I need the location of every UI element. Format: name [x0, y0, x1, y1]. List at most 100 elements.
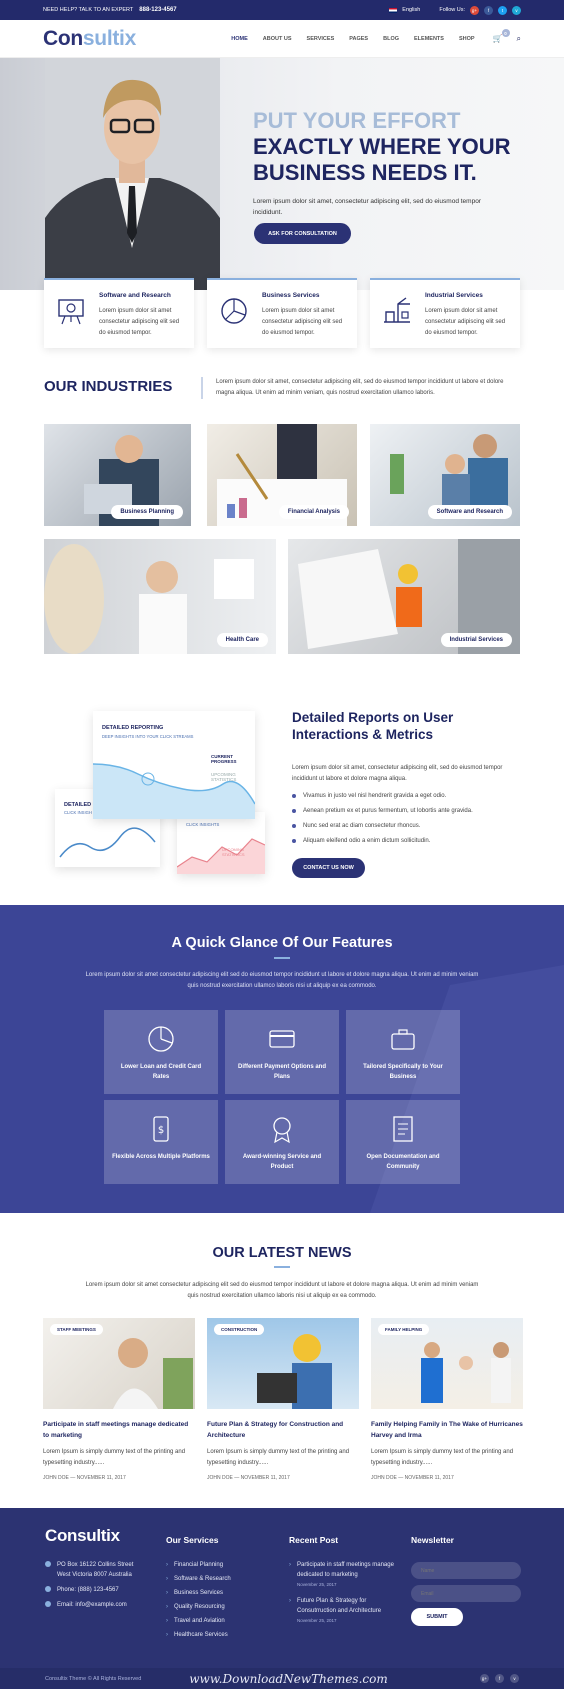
newsletter-name-input[interactable]	[411, 1562, 521, 1579]
footer-service-link[interactable]: Software & Research	[166, 1572, 231, 1586]
feature-card-industrial[interactable]: Industrial Services Lorem ipsum dolor si…	[370, 278, 520, 348]
google-plus-icon[interactable]: g+	[480, 1674, 489, 1683]
tile-label: Industrial Services	[440, 633, 512, 647]
mobile-dollar-icon: $	[153, 1116, 169, 1142]
feature-box[interactable]: Different Payment Options and Plans	[225, 1010, 339, 1094]
feature-title: Software and Research	[99, 292, 171, 299]
contact-us-button[interactable]: CONTACT US NOW	[292, 858, 365, 878]
post-image[interactable]: STAFF MEETINGS	[43, 1318, 195, 1409]
document-icon	[393, 1116, 413, 1142]
news-post[interactable]: CONSTRUCTION Future Plan & Strategy for …	[207, 1318, 359, 1481]
industries-text: Lorem ipsum dolor sit amet, consectetur …	[201, 377, 521, 399]
feature-box[interactable]: Lower Loan and Credit Card Rates	[104, 1010, 218, 1094]
feature-box[interactable]: Tailored Specifically to Your Business	[346, 1010, 460, 1094]
news-post[interactable]: STAFF MEETINGS Participate in staff meet…	[43, 1318, 195, 1481]
footer-service-link[interactable]: Healthcare Services	[166, 1628, 231, 1642]
svg-text:$: $	[158, 1125, 164, 1136]
nav-item-pages[interactable]: PAGES	[349, 36, 368, 42]
feature-text: Lorem ipsum dolor sit amet consectetur a…	[99, 308, 180, 336]
checklist-item: Nunc sed erat ac diam consectetur rhoncu…	[292, 819, 473, 834]
newsletter-submit-button[interactable]: SUBMIT	[411, 1608, 463, 1626]
glance-text: Lorem ipsum dolor sit amet consectetur a…	[85, 972, 479, 989]
nav-item-services[interactable]: SERVICES	[307, 36, 335, 42]
copyright-text: Consultix Theme © All Rights Reserved	[45, 1675, 142, 1682]
footer-service-link[interactable]: Financial Planning	[166, 1558, 231, 1572]
twitter-icon[interactable]: t	[498, 5, 507, 15]
crane-factory-icon	[384, 297, 410, 323]
help-text: NEED HELP? TALK TO AN EXPERT	[43, 7, 134, 13]
footer-service-link[interactable]: Quality Resourcing	[166, 1600, 231, 1614]
phone-icon	[45, 1586, 51, 1592]
nav-item-about[interactable]: ABOUT US	[263, 36, 292, 42]
post-title[interactable]: Future Plan & Strategy for Construction …	[207, 1419, 359, 1441]
post-excerpt: Lorem Ipsum is simply dummy text of the …	[43, 1449, 186, 1466]
industry-tile-software-research[interactable]: Software and Research	[370, 424, 520, 526]
legend-upcoming: UPCOMING STATISTICS	[211, 772, 237, 782]
nav-item-home[interactable]: HOME	[231, 36, 248, 42]
phone-number[interactable]: 888-123-4567	[139, 7, 176, 13]
watermark-text: www.DownloadNewThemes.com	[189, 1671, 388, 1686]
presentation-board-icon	[58, 299, 84, 325]
footer-services-title: Our Services	[166, 1535, 219, 1545]
nav-item-shop[interactable]: SHOP	[459, 36, 475, 42]
post-image[interactable]: CONSTRUCTION	[207, 1318, 359, 1409]
feature-card-software[interactable]: Software and Research Lorem ipsum dolor …	[44, 278, 194, 348]
report-card-right: CLICK INSIGHTS UPCOMING STATISTICS	[177, 812, 265, 874]
title-divider	[274, 957, 290, 959]
feature-box[interactable]: Open Documentation and Community	[346, 1100, 460, 1184]
footer-service-link[interactable]: Business Services	[166, 1586, 231, 1600]
glance-title: A Quick Glance Of Our Features	[171, 935, 393, 951]
footer-logo[interactable]: Consultix	[45, 1526, 120, 1546]
title-divider	[274, 1266, 290, 1268]
facebook-icon[interactable]: f	[495, 1674, 504, 1683]
email-icon	[45, 1601, 51, 1607]
google-plus-icon[interactable]: g+	[470, 5, 479, 15]
vimeo-icon[interactable]: v	[510, 1674, 519, 1683]
logo[interactable]: Consultix	[43, 27, 136, 51]
post-title[interactable]: Family Helping Family in The Wake of Hur…	[371, 1419, 523, 1441]
post-tag[interactable]: STAFF MEETINGS	[50, 1324, 103, 1335]
top-bar: NEED HELP? TALK TO AN EXPERT 888-123-456…	[0, 0, 564, 20]
language-selector[interactable]: English	[402, 7, 420, 13]
follow-label: Follow Us:	[439, 7, 465, 13]
recent-post-link[interactable]: Future Plan & Strategy for Consutrructio…	[289, 1596, 394, 1626]
footer: Consultix PO Box 16122 Collins Street We…	[0, 1508, 564, 1668]
industry-tile-industrial-services[interactable]: Industrial Services	[288, 539, 520, 654]
nav-item-elements[interactable]: ELEMENTS	[414, 36, 444, 42]
tile-label: Financial Analysis	[278, 505, 349, 519]
feature-box[interactable]: $ Flexible Across Multiple Platforms	[104, 1100, 218, 1184]
hero-text: Lorem ipsum dolor sit amet, consectetur …	[253, 198, 481, 216]
industry-tile-health-care[interactable]: Health Care	[44, 539, 276, 654]
footer-contact: PO Box 16122 Collins Street West Victori…	[45, 1560, 145, 1615]
recent-post-link[interactable]: Participate in staff meetings manage ded…	[289, 1560, 394, 1590]
search-icon[interactable]: ⌕	[517, 34, 521, 44]
cart-count: 0	[501, 29, 510, 37]
post-tag[interactable]: FAMILY HELPING	[378, 1324, 430, 1335]
post-tag[interactable]: CONSTRUCTION	[214, 1324, 265, 1335]
tile-label: Business Planning	[111, 505, 183, 519]
post-title[interactable]: Participate in staff meetings manage ded…	[43, 1419, 195, 1441]
hero-businessman-image	[45, 58, 220, 290]
vimeo-icon[interactable]: v	[512, 5, 521, 15]
footer-recent-title: Recent Post	[289, 1535, 339, 1545]
footer-service-link[interactable]: Travel and Aviation	[166, 1614, 231, 1628]
ask-consultation-button[interactable]: ASK FOR CONSULTATION	[254, 223, 351, 244]
post-excerpt: Lorem Ipsum is simply dummy text of the …	[207, 1449, 350, 1466]
post-image[interactable]: FAMILY HELPING	[371, 1318, 523, 1409]
industry-tile-business-planning[interactable]: Business Planning	[44, 424, 191, 526]
industry-tile-financial-analysis[interactable]: Financial Analysis	[207, 424, 357, 526]
feature-card-business[interactable]: Business Services Lorem ipsum dolor sit …	[207, 278, 357, 348]
facebook-icon[interactable]: f	[484, 5, 493, 15]
nav-item-blog[interactable]: BLOG	[383, 36, 399, 42]
footer-recent-posts: Participate in staff meetings manage ded…	[289, 1560, 394, 1632]
pie-chart-icon	[148, 1026, 174, 1052]
newsletter-email-input[interactable]	[411, 1585, 521, 1602]
cart-icon[interactable]: 🛒 0	[493, 29, 510, 43]
feature-box[interactable]: Award-winning Service and Product	[225, 1100, 339, 1184]
news-text: Lorem ipsum dolor sit amet consectetur a…	[85, 1282, 479, 1299]
news-post[interactable]: FAMILY HELPING Family Helping Family in …	[371, 1318, 523, 1481]
post-meta: JOHN DOE — NOVEMBER 11, 2017	[43, 1475, 126, 1481]
copyright-bar: Consultix Theme © All Rights Reserved ww…	[0, 1668, 564, 1689]
reports-checklist: Vivamus in justo vel nisl hendrerit grav…	[292, 789, 473, 849]
line-chart-small	[59, 827, 156, 858]
